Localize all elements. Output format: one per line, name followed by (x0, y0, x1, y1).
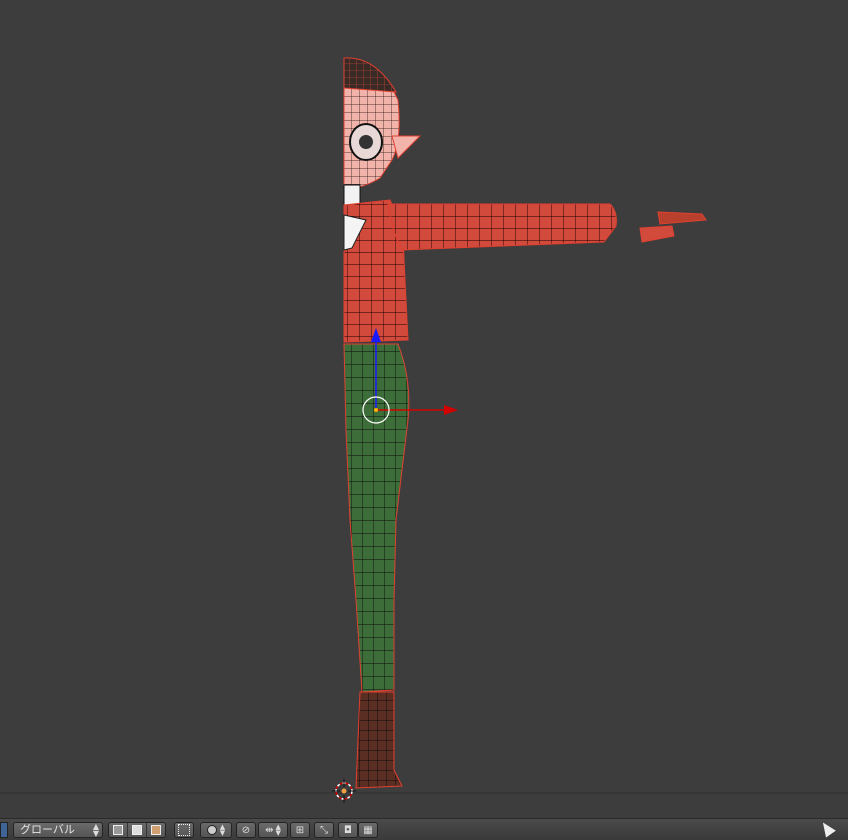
viewport-canvas[interactable] (0, 0, 848, 818)
proportional-edit-icon[interactable]: ⊞ (290, 822, 310, 838)
3d-viewport[interactable] (0, 0, 848, 818)
fingers-mesh (657, 211, 707, 225)
editor-type-button[interactable] (0, 822, 8, 838)
x-axis-arrow[interactable] (444, 405, 458, 415)
transform-orientation-select[interactable]: グローバル ▲ ▼ (13, 822, 103, 838)
wireframe-cube-icon[interactable] (109, 823, 128, 837)
arm-mesh (387, 203, 617, 251)
snap-icon[interactable]: ⊘ (236, 822, 256, 838)
solid-cube-icon[interactable] (128, 823, 147, 837)
updown-arrows-icon: ▲ ▼ (92, 822, 99, 838)
orientation-label: グローバル (20, 823, 75, 836)
manipulator-icon[interactable]: ⤡ (314, 822, 334, 838)
viewport-shading-group[interactable] (108, 822, 166, 838)
ear-mesh (391, 135, 422, 159)
camera-render-icon[interactable]: ◘ (338, 822, 358, 838)
texture-cube-icon[interactable] (147, 823, 165, 837)
origin-dot (374, 408, 378, 412)
3d-view-header: グローバル ▲ ▼ ▲ ▼ ⊘ ⇹ ▲ ▼ ⊞ ⤡ ◘ ▦ (0, 818, 848, 840)
hand-mesh (639, 225, 675, 243)
snap-element-icon[interactable]: ⇹ ▲ ▼ (258, 822, 288, 838)
border-select-icon[interactable] (174, 822, 194, 838)
clapper-icon[interactable]: ▦ (358, 822, 378, 838)
boot-mesh (355, 691, 403, 789)
hair-mesh (343, 57, 397, 93)
character-mesh[interactable] (343, 57, 707, 789)
eye-pupil (359, 135, 373, 149)
3d-cursor-icon[interactable] (332, 779, 356, 803)
pivot-point-icon[interactable]: ▲ ▼ (200, 822, 232, 838)
neck-mesh (343, 184, 361, 206)
